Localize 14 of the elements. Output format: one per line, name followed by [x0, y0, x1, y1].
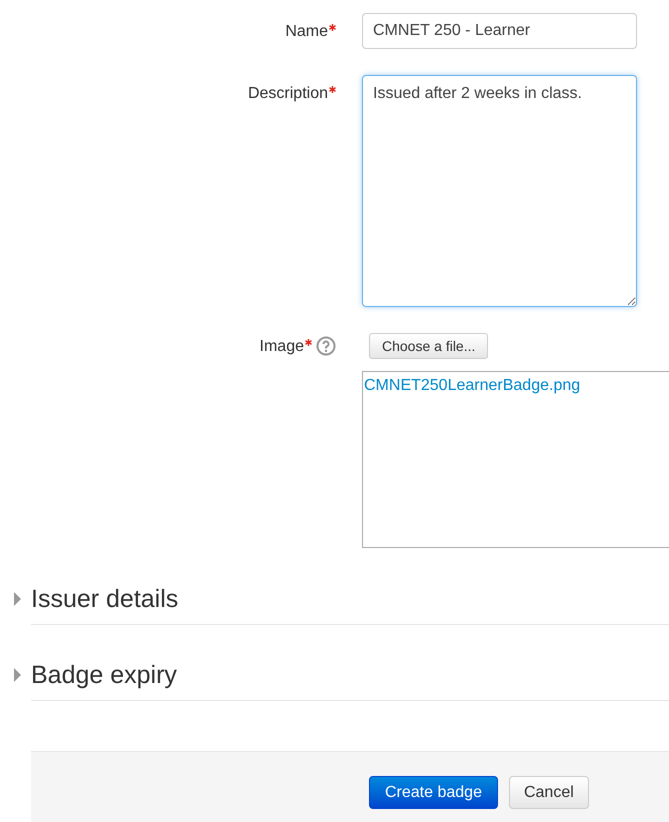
field-label: Name	[285, 22, 328, 42]
textarea-field[interactable]: Issued after 2 weeks in class.	[362, 75, 637, 307]
cancel-button[interactable]: Cancel	[508, 776, 589, 809]
choose-file-button[interactable]: Choose a file...	[369, 333, 488, 359]
help-icon[interactable]	[316, 336, 336, 356]
collapsed-icon[interactable]	[14, 592, 22, 606]
section-heading[interactable]: Issuer details	[31, 580, 178, 618]
section-heading[interactable]: Badge expiry	[31, 656, 177, 694]
field-label: Description	[248, 84, 328, 104]
file-link[interactable]: CMNET250LearnerBadge.png	[364, 377, 580, 394]
field-label: Image	[260, 337, 304, 357]
create-button[interactable]: Create badge	[369, 776, 498, 809]
text-field[interactable]: CMNET 250 - Learner	[362, 13, 637, 49]
collapsed-icon[interactable]	[14, 668, 22, 682]
